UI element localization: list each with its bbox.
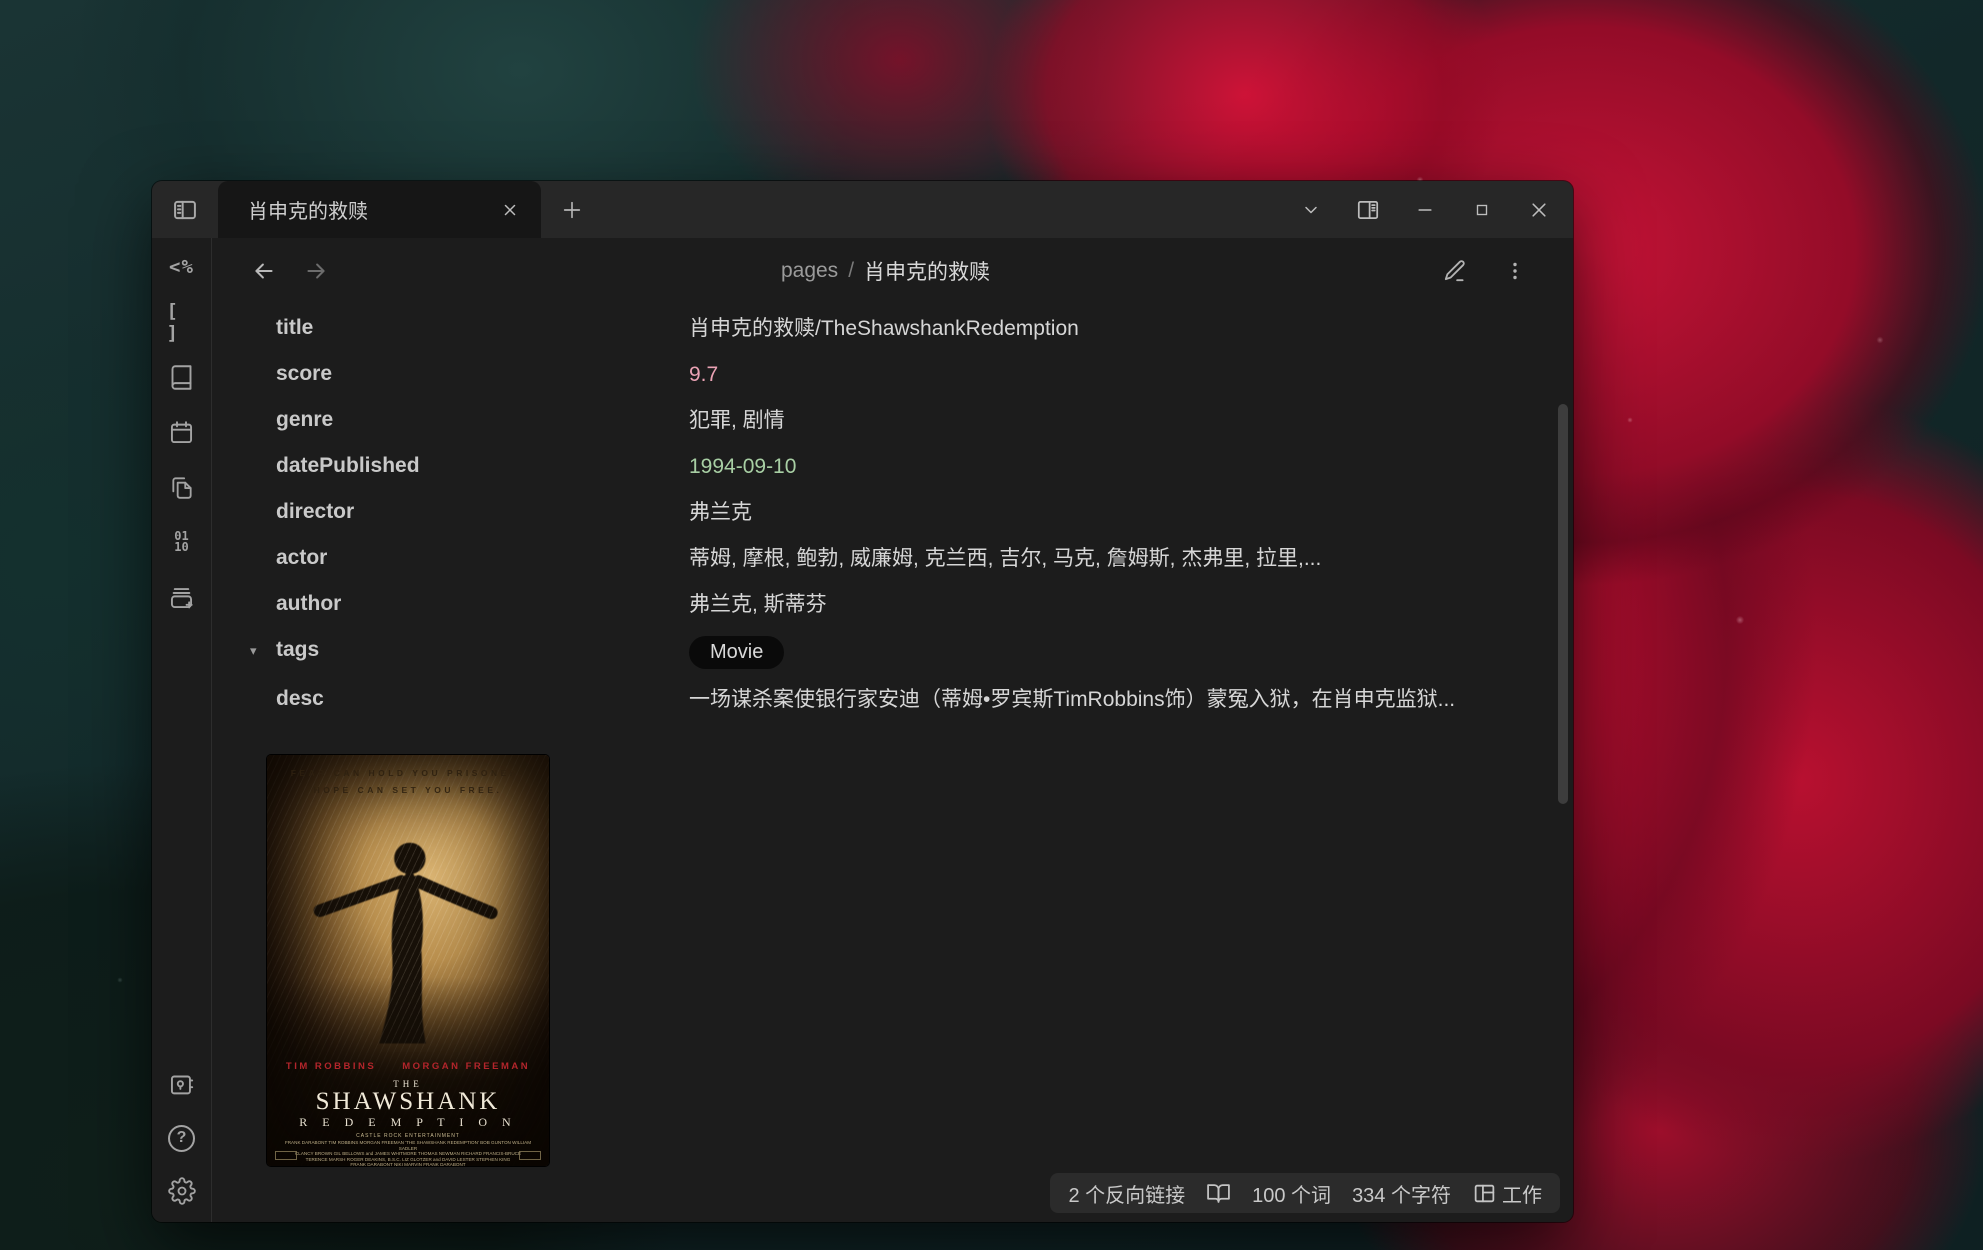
attr-label-datepublished[interactable]: datePublished: [276, 454, 420, 477]
table-row: author 弗兰克, 斯蒂芬: [212, 582, 1573, 628]
workspace-switcher[interactable]: 工作: [1472, 1179, 1542, 1208]
workspace-layout-icon: [1472, 1181, 1497, 1206]
attr-value-author[interactable]: 弗兰克, 斯蒂芬: [689, 582, 1529, 628]
backlinks-count[interactable]: 2 个反向链接: [1068, 1179, 1185, 1208]
character-count: 334 个字符: [1352, 1179, 1451, 1208]
breadcrumb-separator: /: [848, 259, 854, 283]
status-bar: 2 个反向链接 100 个词 334 个字符 工作: [1050, 1173, 1560, 1213]
poster-logo-right: [519, 1151, 541, 1160]
open-book-icon[interactable]: [1206, 1181, 1231, 1206]
breadcrumb-parent[interactable]: pages: [781, 259, 838, 283]
poster-tagline-2: HOPE CAN SET YOU FREE.: [267, 785, 549, 795]
poster-logo-left: [275, 1151, 297, 1160]
attr-label-tags[interactable]: tags: [276, 638, 319, 661]
table-row: ▾ tags Movie: [212, 628, 1573, 677]
tag-pill-movie[interactable]: Movie: [689, 636, 784, 669]
word-count: 100 个词: [1252, 1179, 1331, 1208]
title-bar: 肖申克的救赎: [152, 181, 1573, 238]
nav-forward-icon[interactable]: [298, 253, 334, 289]
breadcrumb-bar: pages / 肖申克的救赎: [212, 238, 1573, 304]
toggle-dock-icon[interactable]: [152, 181, 218, 238]
attr-label-score[interactable]: score: [276, 362, 332, 385]
book-icon[interactable]: [167, 362, 197, 392]
attr-label-author[interactable]: author: [276, 592, 341, 615]
titlebar-drag-area: [603, 181, 1282, 238]
card-add-icon[interactable]: [167, 582, 197, 612]
table-row: director 弗兰克: [212, 490, 1573, 536]
settings-gear-icon[interactable]: [167, 1176, 197, 1206]
poster-actor-right: MORGAN FREEMAN: [402, 1061, 530, 1072]
poster-title-sub: R E D E M P T I O N: [267, 1115, 549, 1130]
edit-pen-icon[interactable]: [1437, 253, 1473, 289]
minimize-button[interactable]: [1396, 181, 1453, 238]
copy-pages-icon[interactable]: [167, 472, 197, 502]
new-tab-button[interactable]: [541, 181, 603, 238]
table-row: genre 犯罪, 剧情: [212, 398, 1573, 444]
toggle-right-panel-icon[interactable]: [1339, 181, 1396, 238]
attribute-table: title 肖申克的救赎/TheShawshankRedemption scor…: [212, 306, 1573, 723]
template-icon[interactable]: <%: [167, 252, 197, 282]
poster-credits: FRANK DARABONT TIM ROBBINS MORGAN FREEMA…: [267, 1140, 549, 1166]
window-controls: [1282, 181, 1573, 238]
tab-document[interactable]: 肖申克的救赎: [218, 181, 541, 238]
help-icon[interactable]: ?: [167, 1123, 197, 1153]
poster-title-main: SHAWSHANK: [267, 1088, 549, 1116]
close-window-button[interactable]: [1510, 181, 1567, 238]
poster-studio-line: CASTLE ROCK ENTERTAINMENT: [267, 1133, 549, 1139]
table-row: actor 蒂姆, 摩根, 鲍勃, 威廉姆, 克兰西, 吉尔, 马克, 詹姆斯,…: [212, 536, 1573, 582]
attr-value-genre[interactable]: 犯罪, 剧情: [689, 398, 1529, 444]
attr-value-datepublished[interactable]: 1994-09-10: [689, 444, 1529, 490]
tab-close-icon[interactable]: [493, 193, 527, 227]
table-row: title 肖申克的救赎/TheShawshankRedemption: [212, 306, 1573, 352]
nav-back-icon[interactable]: [246, 253, 282, 289]
brackets-icon[interactable]: [ ]: [167, 307, 197, 337]
breadcrumb-current[interactable]: 肖申克的救赎: [864, 256, 990, 286]
table-row: score 9.7: [212, 352, 1573, 398]
editor-pane: pages / 肖申克的救赎: [212, 238, 1573, 1222]
poster-actor-left: TIM ROBBINS: [286, 1061, 376, 1072]
attr-label-desc[interactable]: desc: [276, 687, 324, 710]
poster-tagline-1: FEAR CAN HOLD YOU PRISONER.: [267, 768, 549, 778]
chevron-down-icon[interactable]: [1282, 181, 1339, 238]
attr-label-actor[interactable]: actor: [276, 546, 327, 569]
left-dock: <% [ ]: [152, 238, 212, 1222]
attr-value-title[interactable]: 肖申克的救赎/TheShawshankRedemption: [689, 306, 1529, 352]
poster-block: FEAR CAN HOLD YOU PRISONER. HOPE CAN SET…: [267, 755, 1573, 1166]
maximize-button[interactable]: [1453, 181, 1510, 238]
vertical-scrollbar-thumb[interactable]: [1558, 404, 1568, 804]
movie-poster-image[interactable]: FEAR CAN HOLD YOU PRISONER. HOPE CAN SET…: [267, 755, 549, 1166]
binary-icon[interactable]: 01 10: [167, 527, 197, 557]
table-row: desc 一场谋杀案使银行家安迪（蒂姆•罗宾斯TimRobbins饰）蒙冤入狱，…: [212, 677, 1573, 723]
more-options-kebab-icon[interactable]: [1497, 253, 1533, 289]
workspace-name: 工作: [1502, 1179, 1542, 1208]
collapse-triangle-icon[interactable]: ▾: [250, 643, 257, 659]
tab-title: 肖申克的救赎: [248, 195, 493, 224]
attr-label-director[interactable]: director: [276, 500, 354, 523]
attr-label-genre[interactable]: genre: [276, 408, 333, 431]
table-row: datePublished 1994-09-10: [212, 444, 1573, 490]
attr-value-director[interactable]: 弗兰克: [689, 490, 1529, 536]
data-vault-icon[interactable]: [167, 1070, 197, 1100]
attr-label-title[interactable]: title: [276, 316, 313, 339]
attr-value-score[interactable]: 9.7: [689, 352, 1529, 398]
attr-value-actor[interactable]: 蒂姆, 摩根, 鲍勃, 威廉姆, 克兰西, 吉尔, 马克, 詹姆斯, 杰弗里, …: [689, 536, 1529, 582]
attr-value-desc[interactable]: 一场谋杀案使银行家安迪（蒂姆•罗宾斯TimRobbins饰）蒙冤入狱，在肖申克监…: [689, 677, 1529, 723]
calendar-icon[interactable]: [167, 417, 197, 447]
app-window: 肖申克的救赎: [152, 181, 1573, 1222]
breadcrumb: pages / 肖申克的救赎: [334, 256, 1437, 286]
